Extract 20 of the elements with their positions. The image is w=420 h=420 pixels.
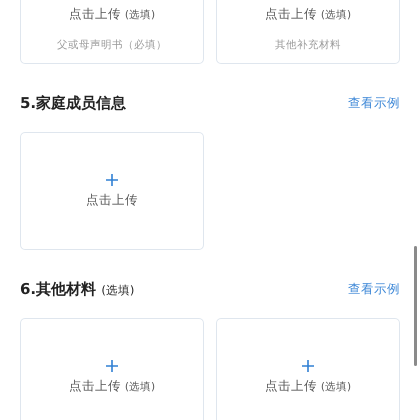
scrollbar[interactable]	[414, 246, 417, 366]
upload-label: 点击上传	[86, 191, 138, 209]
upload-card[interactable]: 点击上传 (选填)	[20, 318, 204, 420]
section-title: 5.家庭成员信息	[20, 94, 126, 112]
upload-label: 点击上传 (选填)	[264, 377, 352, 395]
upload-label: 点击上传 (选填)	[264, 5, 352, 23]
plus-icon	[301, 359, 315, 373]
view-example-link[interactable]: 查看示例	[348, 94, 400, 112]
upload-card[interactable]: 点击上传 (选填) 其他补充材料	[216, 0, 400, 64]
plus-icon	[105, 173, 119, 187]
upload-caption: 其他补充材料	[275, 38, 341, 53]
upload-card[interactable]: 点击上传	[20, 132, 204, 250]
upload-card[interactable]: 点击上传 (选填)	[216, 318, 400, 420]
upload-label: 点击上传 (选填)	[68, 5, 156, 23]
section-title: 6.其他材料 (选填)	[20, 280, 134, 298]
plus-icon	[105, 359, 119, 373]
upload-caption: 父或母声明书（必填）	[57, 38, 167, 53]
upload-card[interactable]: 点击上传 (选填) 父或母声明书（必填）	[20, 0, 204, 64]
upload-label: 点击上传 (选填)	[68, 377, 156, 395]
view-example-link[interactable]: 查看示例	[348, 280, 400, 298]
